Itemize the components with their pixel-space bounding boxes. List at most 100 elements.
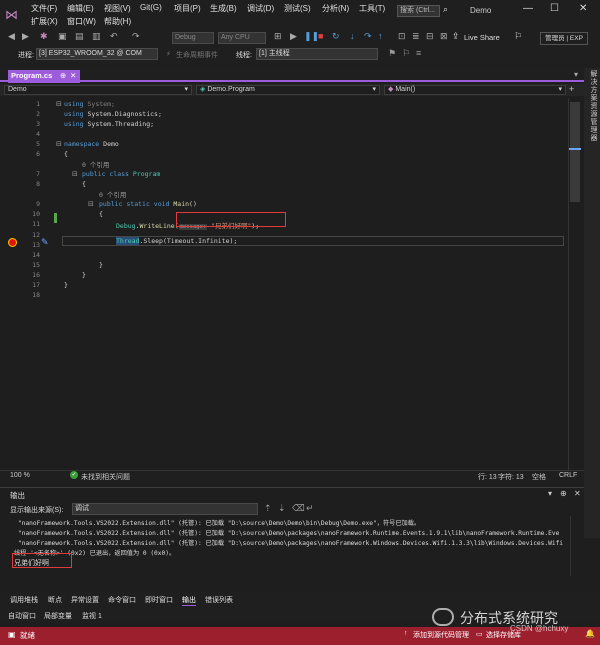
menu-edit[interactable]: 编辑(E) [67, 3, 94, 14]
notification-icon[interactable]: 🔔 [585, 629, 595, 638]
search-input[interactable]: 搜索 (Ctrl... [397, 5, 440, 17]
spaces-indicator[interactable]: 空格 [532, 472, 546, 482]
menu-window[interactable]: 窗口(W) [67, 16, 96, 27]
back-icon[interactable]: ◀ [8, 31, 15, 42]
menu-project[interactable]: 项目(P) [174, 3, 201, 14]
method-nav-select[interactable]: ◆ Main() ▾ [384, 85, 566, 95]
pause-icon[interactable]: ❚❚ [304, 31, 319, 42]
format-icon[interactable]: ≣ [412, 31, 420, 42]
breakpoint-tool-icon[interactable]: ⊡ [398, 31, 406, 42]
edit-pencil-icon[interactable]: ✎ [41, 237, 49, 248]
code-line-17: } [64, 281, 68, 289]
menu-extensions[interactable]: 扩展(X) [31, 16, 58, 27]
feedback-icon[interactable]: ⚐ [514, 31, 522, 42]
tab-dropdown-icon[interactable]: ▾ [574, 70, 578, 79]
pin-icon[interactable]: ⊕ [60, 70, 66, 82]
word-wrap-icon[interactable]: ↵ [306, 503, 314, 514]
menu-view[interactable]: 视图(V) [104, 3, 131, 14]
output-close-icon[interactable]: ✕ [574, 489, 581, 498]
issues-status[interactable]: 未找到相关问题 [81, 472, 130, 482]
eol-indicator[interactable]: CRLF [559, 472, 577, 479]
continue-icon[interactable]: ▶ [290, 31, 297, 42]
lifecycle-icon[interactable]: ⚡ [166, 50, 171, 58]
tab-immediate-window[interactable]: 即时窗口 [145, 595, 173, 605]
close-button[interactable]: ✕ [579, 3, 587, 14]
step-out-icon[interactable]: ↑ [378, 31, 383, 41]
thread-select[interactable]: [1] 主线程 [256, 48, 378, 60]
live-share-button[interactable]: Live Share [464, 33, 500, 42]
forward-icon[interactable]: ▶ [22, 31, 29, 42]
config-select[interactable]: Debug [172, 32, 214, 44]
split-add-icon[interactable]: + [569, 84, 574, 94]
undo-icon[interactable]: ↶ [110, 31, 118, 42]
search-icon[interactable]: ⌕ [443, 4, 448, 15]
menu-tools[interactable]: 工具(T) [359, 3, 385, 14]
flag-thread-icon[interactable]: ⚑ [388, 48, 396, 59]
process-select[interactable]: [3] ESP32_WROOM_32 @ COM [36, 48, 158, 60]
tab-program-cs[interactable]: Program.cs ⊕ ✕ [8, 70, 80, 83]
attach-icon[interactable]: ⊞ [274, 31, 282, 42]
zoom-level[interactable]: 100 % [10, 472, 30, 479]
find-next-icon[interactable]: ⇣ [278, 503, 286, 514]
sleep-call: .Sleep(Timeout.Infinite); [139, 237, 238, 245]
find-message-icon[interactable]: ⇡ [264, 503, 272, 514]
fold-icon[interactable]: ⊟ [56, 140, 62, 148]
new-item-icon[interactable]: ✱ [40, 31, 48, 42]
step-over-icon[interactable]: ↷ [364, 31, 372, 42]
char-indicator[interactable]: 字符: 13 [498, 472, 524, 482]
scrollbar-thumb[interactable] [570, 102, 580, 202]
menu-help[interactable]: 帮助(H) [104, 16, 131, 27]
tab-locals[interactable]: 局部变量 [44, 611, 72, 621]
stack-frame-icon[interactable]: ≡ [416, 48, 421, 58]
menu-git[interactable]: Git(G) [140, 3, 162, 12]
toggle-flag-icon[interactable]: ⚐ [402, 48, 410, 59]
codelens-references[interactable]: 0 个引用 [82, 159, 109, 169]
platform-select[interactable]: Any CPU [218, 32, 266, 44]
output-pin-icon[interactable]: ⊕ [560, 489, 567, 498]
lifecycle-events[interactable]: 生命周期事件 [176, 50, 218, 60]
uncomment-icon[interactable]: ⊠ [440, 31, 448, 42]
minimize-button[interactable]: — [523, 3, 533, 14]
menu-test[interactable]: 测试(S) [284, 3, 311, 14]
open-folder-icon[interactable]: ▣ [58, 31, 67, 42]
menu-debug[interactable]: 调试(D) [247, 3, 274, 14]
menu-file[interactable]: 文件(F) [31, 3, 57, 14]
project-nav-select[interactable]: Demo ▾ [4, 85, 192, 95]
stop-icon[interactable]: ■ [318, 31, 323, 41]
chevron-down-icon: ▾ [558, 86, 562, 93]
output-scrollbar[interactable] [570, 516, 582, 576]
tab-watch-1[interactable]: 监视 1 [82, 611, 102, 621]
output-dropdown-icon[interactable]: ▾ [548, 489, 552, 498]
tab-exception-settings[interactable]: 异常设置 [71, 595, 99, 605]
line-indicator[interactable]: 行: 13 [478, 472, 497, 482]
output-source-select[interactable]: 调试 [72, 503, 258, 515]
add-to-source-control[interactable]: 添加到源代码管理 [413, 630, 469, 640]
tab-command-window[interactable]: 命令窗口 [108, 595, 136, 605]
save-icon[interactable]: ▤ [75, 31, 84, 42]
code-editor[interactable]: 1 2 3 4 5 6 7 8 9 10 11 12 13 14 15 16 1… [0, 98, 584, 470]
redo-icon[interactable]: ↷ [132, 31, 140, 42]
tab-autos[interactable]: 自动窗口 [8, 611, 36, 621]
fold-icon[interactable]: ⊟ [88, 200, 94, 208]
breakpoint-icon[interactable] [8, 238, 17, 247]
tab-error-list[interactable]: 错误列表 [205, 595, 233, 605]
restart-icon[interactable]: ↻ [332, 31, 340, 42]
comment-icon[interactable]: ⊟ [426, 31, 434, 42]
fold-icon[interactable]: ⊟ [72, 170, 78, 178]
clear-all-icon[interactable]: ⌫ [292, 503, 305, 514]
class-nav-select[interactable]: ◈ Demo.Program ▾ [196, 85, 380, 95]
tab-close-icon[interactable]: ✕ [70, 70, 76, 82]
solution-explorer-tab[interactable]: 解决方案资源管理器 [586, 70, 598, 142]
tab-output[interactable]: 输出 [182, 595, 196, 606]
class-name: Program [132, 170, 161, 178]
save-all-icon[interactable]: ▥ [92, 31, 101, 42]
tab-breakpoints[interactable]: 断点 [48, 595, 62, 605]
menu-analyze[interactable]: 分析(N) [322, 3, 349, 14]
maximize-button[interactable]: ☐ [550, 3, 559, 14]
menu-build[interactable]: 生成(B) [210, 3, 237, 14]
tab-call-stack[interactable]: 调用堆栈 [10, 595, 38, 605]
fold-icon[interactable]: ⊟ [56, 100, 62, 108]
codelens-references[interactable]: 0 个引用 [99, 189, 126, 199]
live-share-icon[interactable]: ⇪ [452, 31, 460, 42]
step-into-icon[interactable]: ↓ [350, 31, 355, 41]
